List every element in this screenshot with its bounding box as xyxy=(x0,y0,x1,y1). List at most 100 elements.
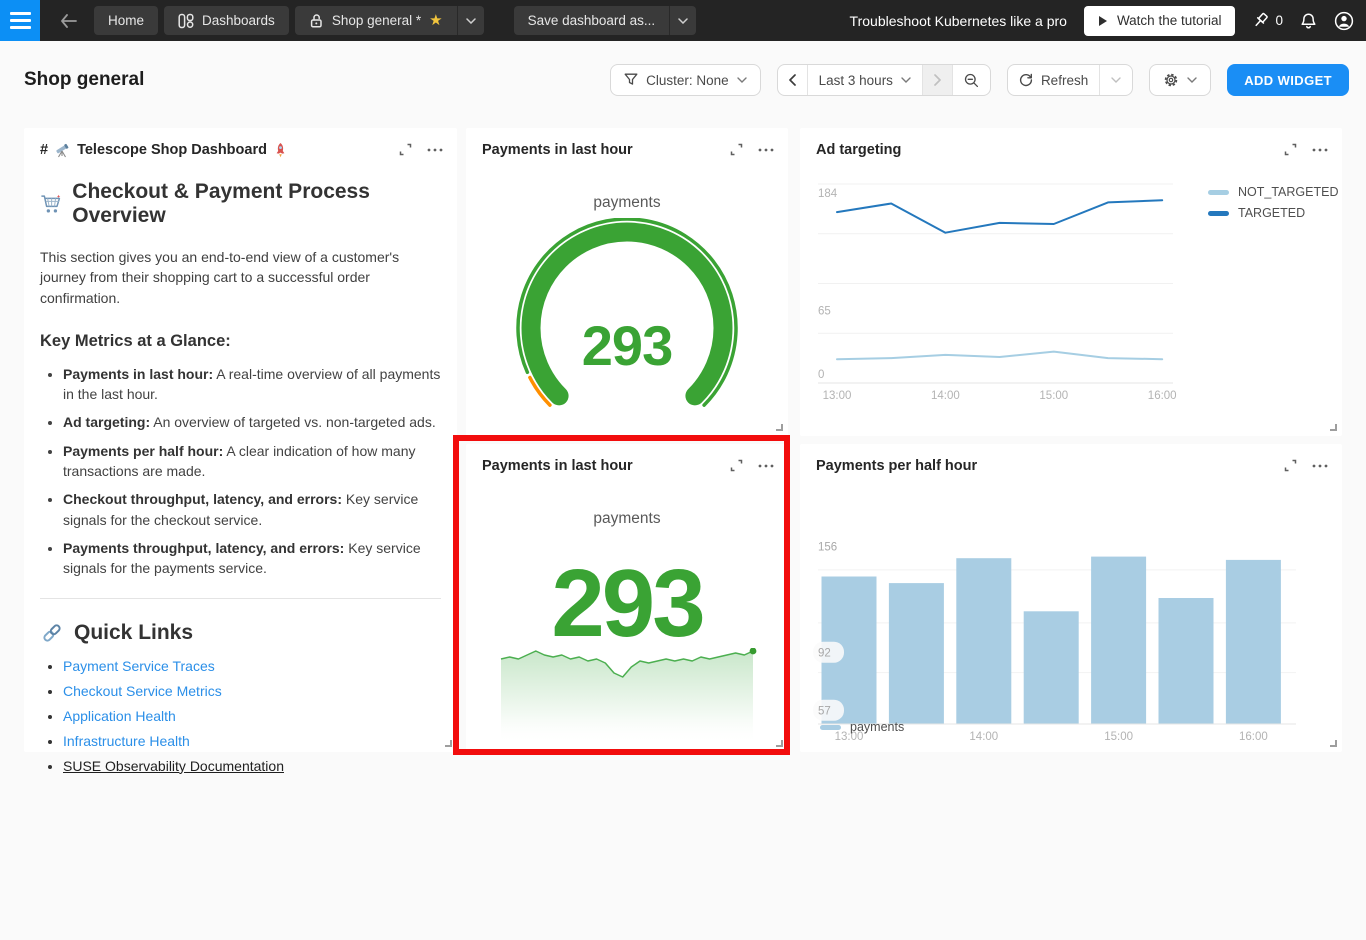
markdown-heading-2: Key Metrics at a Glance: xyxy=(40,332,441,351)
unlock-icon xyxy=(309,13,324,29)
markdown-intro: This section gives you an end-to-end vie… xyxy=(40,247,441,308)
resize-handle[interactable] xyxy=(776,424,783,431)
dashboards-icon xyxy=(178,13,194,29)
svg-text:184: 184 xyxy=(818,188,838,200)
expand-widget-button[interactable] xyxy=(730,459,743,472)
quick-links-list: Payment Service Traces Checkout Service … xyxy=(40,658,441,774)
legend-label: payments xyxy=(850,720,904,734)
widget-menu-button[interactable] xyxy=(427,148,443,152)
refresh-button[interactable]: Refresh xyxy=(1008,65,1099,95)
rocket-emoji xyxy=(273,142,288,158)
promo-text: Troubleshoot Kubernetes like a pro xyxy=(850,13,1067,29)
legend-swatch xyxy=(1208,190,1229,195)
svg-text:16:00: 16:00 xyxy=(1148,390,1177,402)
widget-title: Payments per half hour xyxy=(816,458,977,474)
svg-text:0: 0 xyxy=(818,369,824,381)
pin-button[interactable]: 0 xyxy=(1252,12,1283,29)
bell-icon xyxy=(1300,12,1317,30)
star-icon[interactable]: ★ xyxy=(429,13,442,28)
add-widget-button[interactable]: ADD WIDGET xyxy=(1227,64,1349,96)
gear-icon xyxy=(1163,72,1179,88)
settings-button[interactable] xyxy=(1149,64,1211,96)
back-button[interactable] xyxy=(53,6,83,36)
payments-per-half-hour-widget: Payments per half hour 156925713:0014:00… xyxy=(800,444,1342,752)
expand-icon xyxy=(1284,143,1297,156)
save-dashboard-group: Save dashboard as... xyxy=(514,6,697,35)
menu-button[interactable] xyxy=(0,0,40,41)
payments-bar-legend: payments xyxy=(820,720,904,734)
refresh-menu-button[interactable] xyxy=(1099,65,1132,95)
legend-swatch xyxy=(1208,211,1229,216)
arrow-left-icon xyxy=(60,14,77,28)
save-dashboard-menu-button[interactable] xyxy=(669,6,696,35)
link-suse-observability-documentation[interactable]: SUSE Observability Documentation xyxy=(63,758,284,774)
widget-header: Ad targeting xyxy=(800,128,1342,158)
expand-widget-button[interactable] xyxy=(1284,143,1297,156)
markdown-heading-1: Checkout & Payment Process Overview xyxy=(40,180,441,228)
user-avatar[interactable] xyxy=(1334,11,1354,31)
chevron-down-icon xyxy=(1111,77,1121,83)
widget-menu-button[interactable] xyxy=(758,148,774,152)
tab-shop-general-menu[interactable] xyxy=(457,6,484,35)
link-checkout-service-metrics[interactable]: Checkout Service Metrics xyxy=(63,683,222,699)
ad-targeting-widget: Ad targeting 18465013:0014:0015:0016:00 … xyxy=(800,128,1342,436)
list-item: Infrastructure Health xyxy=(63,733,441,749)
svg-text:14:00: 14:00 xyxy=(969,731,998,743)
time-back-button[interactable] xyxy=(778,65,807,95)
svg-text:15:00: 15:00 xyxy=(1104,731,1133,743)
resize-handle[interactable] xyxy=(445,740,452,747)
widget-header: # Telescope Shop Dashboard xyxy=(24,128,457,158)
chevron-left-icon xyxy=(789,74,796,86)
svg-text:14:00: 14:00 xyxy=(931,390,960,402)
legend-item-targeted[interactable]: TARGETED xyxy=(1208,206,1338,220)
watch-tutorial-button[interactable]: Watch the tutorial xyxy=(1084,6,1236,36)
list-item: Payments in last hour: A real-time overv… xyxy=(63,364,441,405)
resize-handle[interactable] xyxy=(1330,740,1337,747)
widget-header: Payments per half hour xyxy=(800,444,1342,474)
save-dashboard-as-button[interactable]: Save dashboard as... xyxy=(514,6,670,35)
page-header: Shop general Cluster: None Last 3 hours xyxy=(0,41,1366,119)
divider xyxy=(40,598,441,599)
chevron-down-icon xyxy=(737,77,747,83)
payments-gauge-widget: Payments in last hour payments 293 xyxy=(466,128,788,436)
legend-item-payments[interactable]: payments xyxy=(820,720,904,734)
tab-dashboards[interactable]: Dashboards xyxy=(164,6,289,35)
ad-targeting-legend: NOT_TARGETED TARGETED xyxy=(1208,185,1338,220)
resize-handle[interactable] xyxy=(1330,424,1337,431)
widget-menu-button[interactable] xyxy=(1312,148,1328,152)
zoom-out-icon xyxy=(964,73,979,88)
link-application-health[interactable]: Application Health xyxy=(63,708,176,724)
widget-header: Payments in last hour xyxy=(466,444,788,474)
notifications-button[interactable] xyxy=(1300,12,1317,30)
expand-widget-button[interactable] xyxy=(399,143,412,156)
list-item: Checkout throughput, latency, and errors… xyxy=(63,489,441,530)
expand-widget-button[interactable] xyxy=(730,143,743,156)
time-range-button[interactable]: Last 3 hours xyxy=(807,65,922,95)
link-payment-service-traces[interactable]: Payment Service Traces xyxy=(63,658,215,674)
dashboard-controls: Cluster: None Last 3 hours Refresh xyxy=(610,64,1349,96)
svg-text:293: 293 xyxy=(582,314,672,377)
tab-dashboards-label: Dashboards xyxy=(202,13,275,28)
funnel-icon xyxy=(624,73,638,87)
legend-item-not_targeted[interactable]: NOT_TARGETED xyxy=(1208,185,1338,199)
link-emoji xyxy=(40,622,64,644)
tab-shop-general-group: Shop general * ★ xyxy=(295,6,484,35)
widget-menu-button[interactable] xyxy=(758,464,774,468)
tab-shop-general[interactable]: Shop general * ★ xyxy=(295,6,457,35)
cluster-filter-label: Cluster: None xyxy=(646,73,729,88)
zoom-out-button[interactable] xyxy=(952,65,990,95)
time-range-group: Last 3 hours xyxy=(777,64,991,96)
resize-handle[interactable] xyxy=(776,740,783,747)
tab-home[interactable]: Home xyxy=(94,6,158,35)
svg-text:13:00: 13:00 xyxy=(823,390,852,402)
expand-widget-button[interactable] xyxy=(1284,459,1297,472)
time-forward-button[interactable] xyxy=(922,65,952,95)
cluster-filter-button[interactable]: Cluster: None xyxy=(610,64,761,96)
widget-menu-button[interactable] xyxy=(1312,464,1328,468)
payments-bar-chart: 156925713:0014:0015:0016:00 xyxy=(800,484,1342,752)
list-item: Payment Service Traces xyxy=(63,658,441,674)
link-infrastructure-health[interactable]: Infrastructure Health xyxy=(63,733,190,749)
top-navbar: Home Dashboards Shop general * ★ Save da… xyxy=(0,0,1366,41)
metric-label: payments xyxy=(466,194,788,212)
widget-title: Ad targeting xyxy=(816,142,901,158)
